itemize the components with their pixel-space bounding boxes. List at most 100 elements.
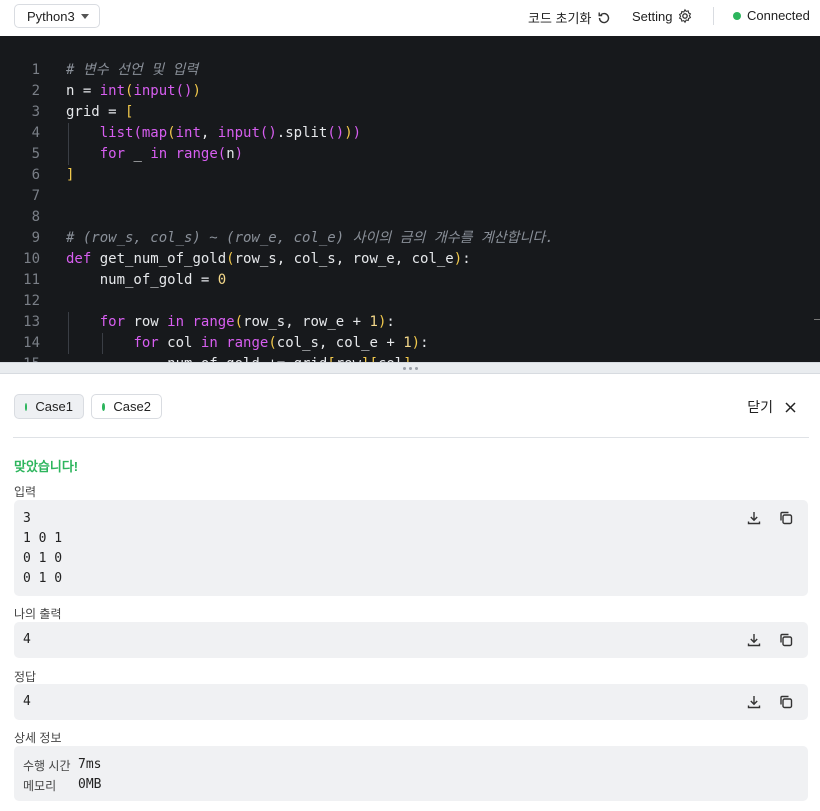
my-output-label: 나의 출력 <box>14 607 62 621</box>
code-token: for <box>133 335 159 351</box>
handle-dot <box>402 366 406 370</box>
code-line[interactable]: 3 grid = [ <box>0 102 554 123</box>
input-value: 3 1 0 1 0 1 0 0 1 0 <box>23 511 63 586</box>
code-token: ( <box>167 125 176 141</box>
connected-dot-icon <box>733 11 741 20</box>
code-token: n <box>226 146 235 162</box>
code-token: () <box>259 125 277 141</box>
line-source: for col in range(col_s, col_e + 1): <box>40 333 429 354</box>
code-token: def <box>66 251 92 267</box>
line-source: for row in range(row_s, row_e + 1): <box>40 312 395 333</box>
code-line[interactable]: 6] <box>0 165 554 186</box>
line-source: # (row_s, col_s) ~ (row_e, col_e) 사이의 금의… <box>40 228 554 249</box>
copy-icon[interactable] <box>778 510 794 526</box>
answer-actions <box>746 694 794 710</box>
code-token: for <box>99 146 126 162</box>
line-number: 13 <box>23 314 40 330</box>
line-source: n = int(input()) <box>40 81 201 102</box>
result-message: 맞았습니다! <box>14 459 79 474</box>
exec-time-value: 7ms <box>78 757 102 772</box>
code-token: in <box>150 146 168 162</box>
code-line[interactable]: 2n = int(input()) <box>0 81 554 102</box>
panel-resize-handle[interactable] <box>0 362 820 374</box>
tab-case1-label: Case1 <box>35 399 73 414</box>
toolbar-divider <box>713 7 714 25</box>
line-source: list(map(int, input().split())) <box>40 123 361 144</box>
copy-icon[interactable] <box>778 632 794 648</box>
language-select[interactable]: Python3 <box>14 4 100 28</box>
line-number: 12 <box>23 293 40 309</box>
code-token: int <box>175 125 201 141</box>
line-number: 4 <box>31 125 40 141</box>
code-token: in <box>200 335 218 351</box>
code-token: ) <box>352 125 362 141</box>
copy-icon[interactable] <box>778 694 794 710</box>
code-line[interactable]: 11 num_of_gold = 0 <box>0 270 554 291</box>
line-number: 15 <box>0 354 40 362</box>
input-actions <box>746 510 794 526</box>
code-token: get_num_of_gold <box>91 251 227 267</box>
tab-case1[interactable]: Case1 <box>14 394 84 419</box>
code-line[interactable]: 9 # (row_s, col_s) ~ (row_e, col_e) 사이의 금… <box>0 228 554 249</box>
code-token: row_s, row_e + <box>243 314 370 330</box>
code-token: # 변수 선언 및 입력 <box>66 62 199 78</box>
close-panel-button[interactable]: 닫기 <box>747 397 796 417</box>
code-line[interactable]: 15 num_of_gold += grid[row][col] <box>0 354 554 362</box>
download-icon[interactable] <box>746 632 762 648</box>
code-token: : <box>462 251 471 267</box>
code-token: 0 <box>217 272 227 288</box>
code-token: in <box>167 314 185 330</box>
code-token: .split <box>276 125 328 141</box>
code-line[interactable]: 10 def get_num_of_gold(row_s, col_s, row_… <box>0 249 554 270</box>
test-result-panel: Case1 Case2 닫기 맞았습니다! 입력 3 1 0 1 0 1 0 0… <box>0 374 820 811</box>
setting-button[interactable]: Setting <box>632 8 693 24</box>
line-source: ] <box>40 165 74 186</box>
code-token: ( <box>268 335 277 351</box>
memory-value: 0MB <box>78 777 102 792</box>
download-icon[interactable] <box>746 510 762 526</box>
code-token: row_s, col_s, row_e, col_e <box>234 251 454 267</box>
code-token: () <box>327 125 345 141</box>
code-token: range <box>175 146 218 162</box>
reset-code-button[interactable]: 코드 초기화 <box>528 8 612 27</box>
line-number: 14 <box>23 335 40 351</box>
code-token: ) <box>411 335 421 351</box>
line-source: # 변수 선언 및 입력 <box>40 60 198 81</box>
code-line[interactable]: 12 <box>0 291 554 312</box>
code-line[interactable]: 4 list(map(int, input().split())) <box>0 123 554 144</box>
line-number: 7 <box>31 188 40 204</box>
line-number: 10 <box>23 251 40 267</box>
code-line[interactable]: 1 # 변수 선언 및 입력 <box>0 60 554 81</box>
tab-case2[interactable]: Case2 <box>91 394 162 419</box>
line-source: num_of_gold = 0 <box>40 270 226 291</box>
code-line[interactable]: 5 for _ in range(n) <box>0 144 554 165</box>
chevron-down-icon <box>81 14 89 19</box>
line-source <box>40 186 66 207</box>
code-lines[interactable]: 1 # 변수 선언 및 입력 2 n = int(input()) 3 grid = [4… <box>0 60 554 362</box>
line-number: 9 <box>31 230 40 246</box>
my-output-actions <box>746 632 794 648</box>
code-token: col_s, col_e + <box>276 335 404 351</box>
code-line[interactable]: 13 for row in range(row_s, row_e + 1): <box>0 312 554 333</box>
code-editor[interactable]: 1 # 변수 선언 및 입력 2 n = int(input()) 3 grid = [4… <box>0 36 820 362</box>
download-icon[interactable] <box>746 694 762 710</box>
indent-guide <box>101 333 103 354</box>
code-line[interactable]: 7 <box>0 186 554 207</box>
code-token: ] <box>66 167 75 183</box>
setting-label: Setting <box>632 8 673 24</box>
my-output-value: 4 <box>23 632 31 647</box>
code-token: 1 <box>403 335 412 351</box>
answer-box: 4 <box>14 684 808 720</box>
code-line[interactable]: 14 for col in range(col_s, col_e + 1): <box>0 333 554 354</box>
handle-dot <box>408 366 412 370</box>
code-token: : <box>420 335 429 351</box>
code-token: ) <box>453 251 463 267</box>
code-token: row <box>125 314 168 330</box>
code-token: # (row_s, col_s) ~ (row_e, col_e) 사이의 금의… <box>66 230 554 246</box>
code-line[interactable]: 8 <box>0 207 554 228</box>
code-token: ) <box>234 146 244 162</box>
